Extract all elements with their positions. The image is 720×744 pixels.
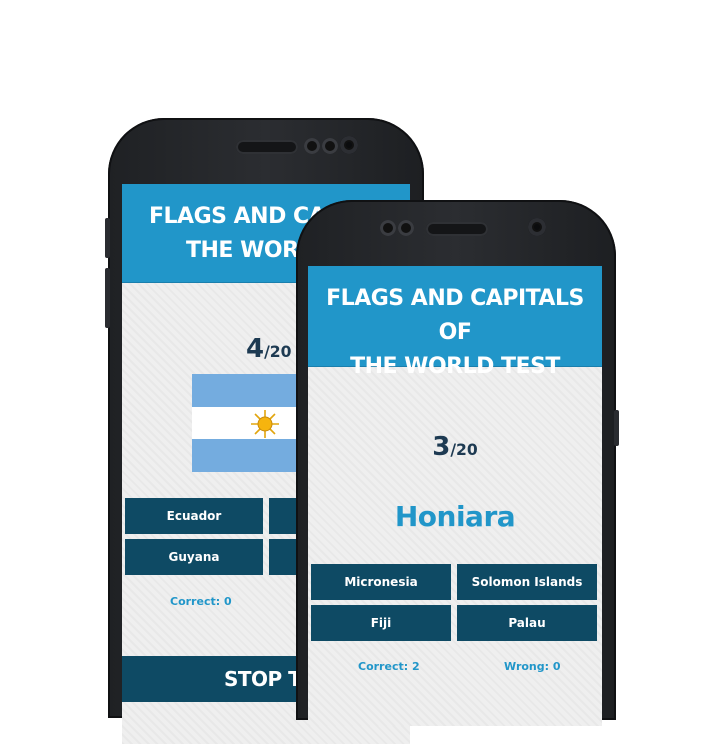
back-answer-button[interactable]: Guyana	[125, 539, 263, 575]
front-quiz-header: FLAGS AND CAPITALS OF THE WORLD TEST	[308, 266, 602, 379]
back-phone-speaker-grille	[236, 140, 298, 154]
front-answer-button[interactable]: Solomon Islands	[457, 564, 597, 600]
front-phone-speaker-grille	[426, 222, 488, 236]
front-progress-counter: 3/20	[308, 432, 602, 462]
front-correct-count: Correct: 2	[358, 660, 420, 673]
front-phone-sensor-icon	[380, 220, 396, 236]
front-answer-button[interactable]: Micronesia	[311, 564, 451, 600]
back-phone-sensor-icon	[322, 138, 338, 154]
front-phone-sensor-icon	[398, 220, 414, 236]
back-answer-button[interactable]: Ecuador	[125, 498, 263, 534]
front-wrong-count: Wrong: 0	[504, 660, 561, 673]
front-question-capital: Honiara	[394, 500, 516, 533]
back-phone-camera-icon	[340, 136, 358, 154]
back-phone-sensor-icon	[304, 138, 320, 154]
front-header-title-line2: THE WORLD TEST	[350, 354, 560, 379]
back-correct-count: Correct: 0	[170, 595, 232, 608]
front-phone-screen: FLAGS AND CAPITALS OF THE WORLD TEST 3/2…	[308, 266, 602, 726]
back-phone-side-button	[105, 218, 110, 258]
front-phone-camera-icon	[528, 218, 546, 236]
front-header-title-line1: FLAGS AND CAPITALS OF	[326, 286, 584, 345]
front-phone: FLAGS AND CAPITALS OF THE WORLD TEST 3/2…	[296, 200, 619, 726]
front-phone-side-button	[614, 410, 619, 446]
front-progress-current: 3	[432, 432, 451, 462]
sun-of-may-icon	[251, 409, 279, 438]
back-phone-side-button	[105, 268, 110, 328]
front-answer-button[interactable]: Fiji	[311, 605, 451, 641]
back-progress-total: /20	[264, 343, 292, 361]
back-progress-current: 4	[246, 334, 265, 364]
front-answer-button[interactable]: Palau	[457, 605, 597, 641]
front-progress-total: /20	[450, 441, 478, 459]
